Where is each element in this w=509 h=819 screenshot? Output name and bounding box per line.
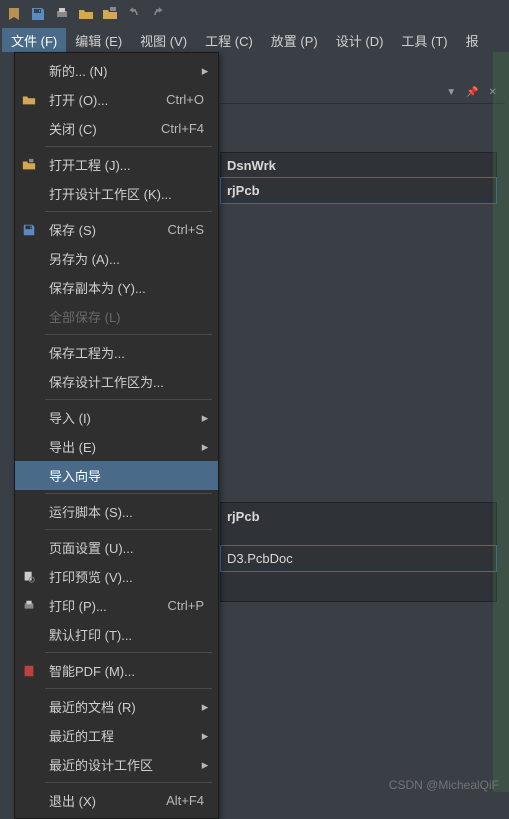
- menu-item-page-setup[interactable]: 页面设置 (U)...: [15, 533, 218, 562]
- dropdown-icon[interactable]: ▼: [446, 87, 456, 98]
- menu-item-recent-projects[interactable]: 最近的工程▸: [15, 721, 218, 750]
- menu-item-save-project[interactable]: 保存工程为...: [15, 338, 218, 367]
- panel-header: ▼ 📌 ✕: [220, 82, 505, 104]
- open-folder-icon[interactable]: [78, 6, 94, 22]
- menu-separator: [45, 493, 212, 494]
- pin-icon[interactable]: 📌: [466, 87, 478, 98]
- file-menu-dropdown: 新的... (N)▸ 打开 (O)...Ctrl+O 关闭 (C)Ctrl+F4…: [14, 52, 219, 819]
- open-project-icon: [15, 150, 43, 179]
- menu-item-run-script[interactable]: 运行脚本 (S)...: [15, 497, 218, 526]
- print-icon: [15, 591, 43, 620]
- menu-item-open-project[interactable]: 打开工程 (J)...: [15, 150, 218, 179]
- print-preview-icon: [15, 562, 43, 591]
- menu-item-import-wizard[interactable]: 导入向导: [15, 461, 218, 490]
- save-icon: [15, 215, 43, 244]
- menu-item-default-print[interactable]: 默认打印 (T)...: [15, 620, 218, 649]
- tree-row-workspace[interactable]: DsnWrk: [221, 153, 496, 178]
- pdf-icon: [15, 656, 43, 685]
- menu-separator: [45, 652, 212, 653]
- menu-report[interactable]: 报: [457, 28, 488, 52]
- menu-design[interactable]: 设计 (D): [327, 28, 393, 52]
- menu-view[interactable]: 视图 (V): [131, 28, 196, 52]
- save-icon[interactable]: [30, 6, 46, 22]
- menu-item-print-preview[interactable]: 打印预览 (V)...: [15, 562, 218, 591]
- open-folder-icon: [15, 85, 43, 114]
- menu-separator: [45, 146, 212, 147]
- toolbar: [0, 0, 509, 28]
- menubar: 文件 (F) 编辑 (E) 视图 (V) 工程 (C) 放置 (P) 设计 (D…: [0, 28, 509, 52]
- watermark: CSDN @MichealQiF: [389, 778, 499, 792]
- tree-row-project2[interactable]: rjPcb: [221, 503, 496, 529]
- menu-item-exit[interactable]: 退出 (X)Alt+F4: [15, 786, 218, 815]
- menu-item-recent-workspaces[interactable]: 最近的设计工作区▸: [15, 750, 218, 779]
- menu-separator: [45, 782, 212, 783]
- menu-separator: [45, 529, 212, 530]
- menu-item-save-as[interactable]: 另存为 (A)...: [15, 244, 218, 273]
- right-dock-strip[interactable]: [493, 52, 509, 792]
- menu-item-open[interactable]: 打开 (O)...Ctrl+O: [15, 85, 218, 114]
- menu-item-save-copy[interactable]: 保存副本为 (Y)...: [15, 273, 218, 302]
- menu-separator: [45, 399, 212, 400]
- logo-icon[interactable]: [6, 6, 22, 22]
- menu-separator: [45, 688, 212, 689]
- menu-edit[interactable]: 编辑 (E): [66, 28, 131, 52]
- print-setup-icon[interactable]: [54, 6, 70, 22]
- menu-item-close[interactable]: 关闭 (C)Ctrl+F4: [15, 114, 218, 143]
- menu-separator: [45, 334, 212, 335]
- menu-separator: [45, 211, 212, 212]
- tree-row-doc[interactable]: D3.PcbDoc: [220, 545, 497, 572]
- menu-tools[interactable]: 工具 (T): [392, 28, 456, 52]
- menu-item-save-workspace[interactable]: 保存设计工作区为...: [15, 367, 218, 396]
- menu-project[interactable]: 工程 (C): [196, 28, 262, 52]
- menu-item-smart-pdf[interactable]: 智能PDF (M)...: [15, 656, 218, 685]
- menu-item-print[interactable]: 打印 (P)...Ctrl+P: [15, 591, 218, 620]
- menu-item-import[interactable]: 导入 (I)▸: [15, 403, 218, 432]
- menu-item-recent-docs[interactable]: 最近的文档 (R)▸: [15, 692, 218, 721]
- menu-item-open-workspace[interactable]: 打开设计工作区 (K)...: [15, 179, 218, 208]
- menu-item-save[interactable]: 保存 (S)Ctrl+S: [15, 215, 218, 244]
- redo-icon[interactable]: [150, 6, 166, 22]
- undo-icon[interactable]: [126, 6, 142, 22]
- tree-row-project[interactable]: rjPcb: [220, 177, 497, 204]
- menu-file[interactable]: 文件 (F): [2, 28, 66, 52]
- menu-item-export[interactable]: 导出 (E)▸: [15, 432, 218, 461]
- menu-place[interactable]: 放置 (P): [262, 28, 327, 52]
- menu-item-save-all: 全部保存 (L): [15, 302, 218, 331]
- open-project-icon[interactable]: [102, 6, 118, 22]
- menu-item-new[interactable]: 新的... (N)▸: [15, 56, 218, 85]
